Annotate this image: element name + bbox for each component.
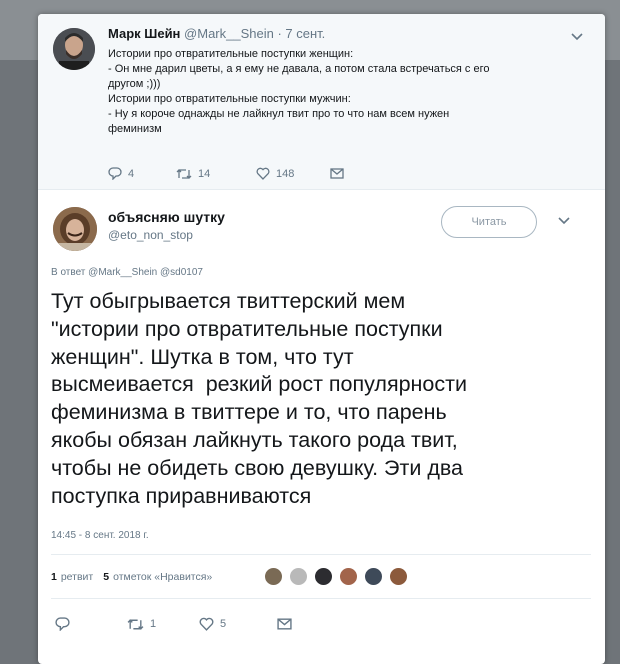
liker-avatar[interactable]	[289, 567, 308, 586]
parent-like-count: 148	[276, 167, 295, 180]
parent-retweet-button[interactable]: 14	[176, 168, 256, 180]
liker-avatars	[264, 567, 414, 586]
tweet-text-line: высмеивается резкий рост популярности	[51, 372, 467, 397]
reply-icon	[108, 167, 122, 180]
parent-reply-button[interactable]: 4	[108, 167, 176, 180]
parent-tweet[interactable]: Марк Шейн @Mark__Shein · 7 сент. Истории…	[38, 14, 605, 190]
parent-text-line: - Он мне дарил цветы, а я ему не давала,…	[108, 63, 490, 75]
parent-text-line: - Ну я короче однажды не лайкнул твит пр…	[108, 108, 450, 120]
likes-stat[interactable]: 5 отметок «Нравится»	[103, 571, 212, 583]
liker-avatar[interactable]	[314, 567, 333, 586]
liker-avatar[interactable]	[264, 567, 283, 586]
envelope-icon	[277, 618, 292, 630]
heart-icon	[199, 617, 214, 631]
parent-text-line: другом ;)))	[108, 78, 161, 90]
tweet-text-line: феминизма в твиттере и то, что парень	[51, 400, 447, 425]
parent-time[interactable]: · 7 сент.	[277, 26, 325, 41]
retweet-icon	[176, 168, 192, 179]
tweet-text-line: якобы обязан лайкнуть такого рода твит,	[51, 427, 458, 452]
retweet-count: 1	[150, 618, 157, 630]
parent-text-line: Истории про отвратительные поступки мужч…	[108, 93, 351, 105]
parent-header: Марк Шейн @Mark__Shein · 7 сент.	[108, 26, 325, 41]
follow-button[interactable]: Читать	[441, 206, 537, 238]
like-button[interactable]: 5	[199, 617, 277, 631]
parent-retweet-count: 14	[198, 167, 211, 180]
retweet-stat-label: ретвит	[60, 571, 94, 583]
parent-actions: 4 14 148	[108, 167, 344, 180]
tweet-actions: 1 5	[55, 617, 292, 631]
likes-stat-label: отметок «Нравится»	[113, 571, 213, 583]
tweet-text-line: "истории про отвратительные поступки	[51, 316, 443, 341]
parent-text-line: Истории про отвратительные поступки женщ…	[108, 48, 354, 60]
retweet-stat-count: 1	[51, 571, 57, 583]
retweet-icon	[127, 618, 144, 630]
liker-avatar[interactable]	[364, 567, 383, 586]
tweet-timestamp[interactable]: 14:45 - 8 сент. 2018 г.	[51, 530, 149, 541]
tweet-stats: 1 ретвит 5 отметок «Нравится»	[51, 571, 212, 583]
reply-icon	[55, 617, 70, 631]
more-chevron-icon[interactable]	[558, 214, 570, 228]
parent-like-button[interactable]: 148	[256, 167, 330, 180]
author-name[interactable]: объясняю шутку	[108, 209, 225, 225]
tweet-text: Тут обыгрывается твиттерский мем "истори…	[51, 288, 591, 510]
parent-author-handle[interactable]: @Mark__Shein	[184, 26, 274, 41]
envelope-icon	[330, 168, 344, 179]
reply-prefix: В ответ	[51, 267, 86, 278]
tweet-card: Марк Шейн @Mark__Shein · 7 сент. Истории…	[38, 14, 605, 664]
reply-mentions[interactable]: @Mark__Shein @sd0107	[88, 267, 203, 278]
parent-author-name[interactable]: Марк Шейн	[108, 26, 180, 41]
liker-avatar[interactable]	[339, 567, 358, 586]
parent-tweet-text: Истории про отвратительные поступки женщ…	[108, 47, 548, 137]
like-count: 5	[220, 618, 227, 630]
dm-button[interactable]	[277, 618, 292, 630]
parent-dm-button[interactable]	[330, 168, 344, 179]
author-handle[interactable]: @eto_non_stop	[108, 228, 193, 242]
divider	[51, 598, 591, 599]
author-avatar[interactable]	[53, 207, 97, 251]
heart-icon	[256, 167, 270, 180]
likes-stat-count: 5	[103, 571, 110, 583]
tweet-text-line: поступка приравниваются	[51, 483, 312, 508]
parent-author-avatar[interactable]	[53, 28, 95, 70]
tweet-text-line: Тут обыгрывается твиттерский мем	[51, 289, 406, 313]
divider	[51, 554, 591, 555]
retweet-stat[interactable]: 1 ретвит	[51, 571, 93, 583]
tweet-text-line: женщин". Шутка в том, что тут	[51, 344, 354, 369]
reply-context: В ответ @Mark__Shein @sd0107	[51, 267, 203, 278]
retweet-button[interactable]: 1	[127, 618, 199, 631]
parent-text-line: феминизм	[108, 123, 162, 135]
tweet-text-line: чтобы не обидеть свою девушку. Эти два	[51, 455, 463, 480]
reply-button[interactable]	[55, 617, 127, 631]
parent-reply-count: 4	[128, 167, 135, 180]
liker-avatar[interactable]	[389, 567, 408, 586]
parent-more-chevron-icon[interactable]	[571, 30, 583, 44]
